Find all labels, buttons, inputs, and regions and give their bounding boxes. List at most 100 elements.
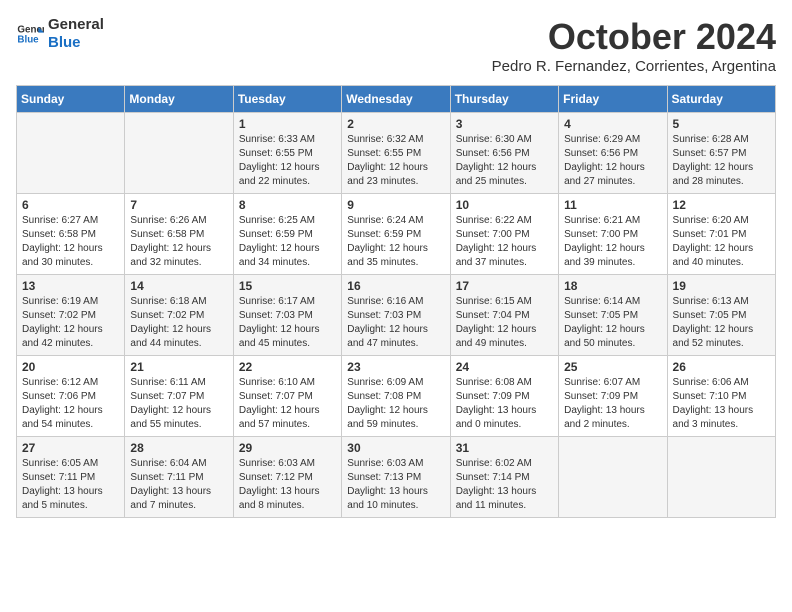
day-info: Sunrise: 6:32 AM Sunset: 6:55 PM Dayligh…: [347, 133, 444, 189]
day-info: Sunrise: 6:22 AM Sunset: 7:00 PM Dayligh…: [456, 214, 553, 270]
day-number: 26: [673, 360, 770, 374]
calendar-table: SundayMondayTuesdayWednesdayThursdayFrid…: [16, 85, 776, 518]
day-number: 5: [673, 117, 770, 131]
calendar-cell: 26 Sunrise: 6:06 AM Sunset: 7:10 PM Dayli…: [667, 356, 775, 437]
day-info: Sunrise: 6:29 AM Sunset: 6:56 PM Dayligh…: [564, 133, 661, 189]
calendar-cell: 14 Sunrise: 6:18 AM Sunset: 7:02 PM Dayli…: [125, 275, 233, 356]
calendar-cell: 7 Sunrise: 6:26 AM Sunset: 6:58 PM Daylig…: [125, 194, 233, 275]
day-info: Sunrise: 6:30 AM Sunset: 6:56 PM Dayligh…: [456, 133, 553, 189]
day-info: Sunrise: 6:02 AM Sunset: 7:14 PM Dayligh…: [456, 457, 553, 513]
calendar-cell: 18Sunrise: 6:14 AM Sunset: 7:05 PM Dayli…: [559, 275, 667, 356]
week-row-2: 6 Sunrise: 6:27 AM Sunset: 6:58 PM Daylig…: [17, 194, 776, 275]
calendar-cell: 22 Sunrise: 6:10 AM Sunset: 7:07 PM Dayli…: [233, 356, 341, 437]
calendar-cell: 21 Sunrise: 6:11 AM Sunset: 7:07 PM Dayli…: [125, 356, 233, 437]
day-number: 21: [130, 360, 227, 374]
day-info: Sunrise: 6:28 AM Sunset: 6:57 PM Dayligh…: [673, 133, 770, 189]
day-number: 29: [239, 441, 336, 455]
day-number: 7: [130, 198, 227, 212]
day-info: Sunrise: 6:15 AM Sunset: 7:04 PM Dayligh…: [456, 295, 553, 351]
day-info: Sunrise: 6:14 AM Sunset: 7:05 PM Dayligh…: [564, 295, 661, 351]
day-header-thursday: Thursday: [450, 86, 558, 113]
calendar-cell: 2 Sunrise: 6:32 AM Sunset: 6:55 PM Daylig…: [342, 113, 450, 194]
calendar-cell: 10Sunrise: 6:22 AM Sunset: 7:00 PM Dayli…: [450, 194, 558, 275]
calendar-cell: 13Sunrise: 6:19 AM Sunset: 7:02 PM Dayli…: [17, 275, 125, 356]
day-info: Sunrise: 6:08 AM Sunset: 7:09 PM Dayligh…: [456, 376, 553, 432]
day-header-wednesday: Wednesday: [342, 86, 450, 113]
day-info: Sunrise: 6:05 AM Sunset: 7:11 PM Dayligh…: [22, 457, 119, 513]
day-info: Sunrise: 6:19 AM Sunset: 7:02 PM Dayligh…: [22, 295, 119, 351]
calendar-cell: 4 Sunrise: 6:29 AM Sunset: 6:56 PM Daylig…: [559, 113, 667, 194]
day-info: Sunrise: 6:11 AM Sunset: 7:07 PM Dayligh…: [130, 376, 227, 432]
day-number: 25: [564, 360, 661, 374]
calendar-cell: 23 Sunrise: 6:09 AM Sunset: 7:08 PM Dayli…: [342, 356, 450, 437]
day-number: 20: [22, 360, 119, 374]
calendar-cell: [17, 113, 125, 194]
day-info: Sunrise: 6:09 AM Sunset: 7:08 PM Dayligh…: [347, 376, 444, 432]
calendar-cell: 17 Sunrise: 6:15 AM Sunset: 7:04 PM Dayli…: [450, 275, 558, 356]
day-number: 28: [130, 441, 227, 455]
day-info: Sunrise: 6:12 AM Sunset: 7:06 PM Dayligh…: [22, 376, 119, 432]
calendar-cell: 16 Sunrise: 6:16 AM Sunset: 7:03 PM Dayli…: [342, 275, 450, 356]
day-info: Sunrise: 6:03 AM Sunset: 7:13 PM Dayligh…: [347, 457, 444, 513]
day-info: Sunrise: 6:26 AM Sunset: 6:58 PM Dayligh…: [130, 214, 227, 270]
day-info: Sunrise: 6:10 AM Sunset: 7:07 PM Dayligh…: [239, 376, 336, 432]
calendar-cell: 9 Sunrise: 6:24 AM Sunset: 6:59 PM Daylig…: [342, 194, 450, 275]
calendar-cell: 3 Sunrise: 6:30 AM Sunset: 6:56 PM Daylig…: [450, 113, 558, 194]
day-header-monday: Monday: [125, 86, 233, 113]
day-header-sunday: Sunday: [17, 86, 125, 113]
day-number: 24: [456, 360, 553, 374]
day-header-friday: Friday: [559, 86, 667, 113]
week-row-5: 27 Sunrise: 6:05 AM Sunset: 7:11 PM Dayli…: [17, 437, 776, 518]
calendar-cell: 29Sunrise: 6:03 AM Sunset: 7:12 PM Dayli…: [233, 437, 341, 518]
day-info: Sunrise: 6:21 AM Sunset: 7:00 PM Dayligh…: [564, 214, 661, 270]
svg-text:Blue: Blue: [17, 34, 39, 45]
day-info: Sunrise: 6:24 AM Sunset: 6:59 PM Dayligh…: [347, 214, 444, 270]
day-info: Sunrise: 6:16 AM Sunset: 7:03 PM Dayligh…: [347, 295, 444, 351]
day-header-tuesday: Tuesday: [233, 86, 341, 113]
day-number: 2: [347, 117, 444, 131]
calendar-cell: 1Sunrise: 6:33 AM Sunset: 6:55 PM Daylig…: [233, 113, 341, 194]
day-number: 17: [456, 279, 553, 293]
logo-icon: General Blue: [16, 20, 44, 48]
calendar-cell: 6 Sunrise: 6:27 AM Sunset: 6:58 PM Daylig…: [17, 194, 125, 275]
calendar-cell: 28 Sunrise: 6:04 AM Sunset: 7:11 PM Dayli…: [125, 437, 233, 518]
calendar-cell: [559, 437, 667, 518]
title-section: October 2024 Pedro R. Fernandez, Corrien…: [492, 16, 776, 75]
day-number: 16: [347, 279, 444, 293]
day-number: 4: [564, 117, 661, 131]
day-info: Sunrise: 6:06 AM Sunset: 7:10 PM Dayligh…: [673, 376, 770, 432]
calendar-cell: 5 Sunrise: 6:28 AM Sunset: 6:57 PM Daylig…: [667, 113, 775, 194]
month-title: October 2024: [492, 16, 776, 58]
calendar-cell: 24 Sunrise: 6:08 AM Sunset: 7:09 PM Dayli…: [450, 356, 558, 437]
calendar-cell: [125, 113, 233, 194]
day-number: 6: [22, 198, 119, 212]
logo-blue: Blue: [48, 34, 104, 52]
calendar-cell: 31 Sunrise: 6:02 AM Sunset: 7:14 PM Dayli…: [450, 437, 558, 518]
calendar-cell: 19Sunrise: 6:13 AM Sunset: 7:05 PM Dayli…: [667, 275, 775, 356]
calendar-cell: 11 Sunrise: 6:21 AM Sunset: 7:00 PM Dayli…: [559, 194, 667, 275]
day-info: Sunrise: 6:07 AM Sunset: 7:09 PM Dayligh…: [564, 376, 661, 432]
day-info: Sunrise: 6:04 AM Sunset: 7:11 PM Dayligh…: [130, 457, 227, 513]
day-info: Sunrise: 6:33 AM Sunset: 6:55 PM Dayligh…: [239, 133, 336, 189]
day-number: 19: [673, 279, 770, 293]
day-number: 14: [130, 279, 227, 293]
day-number: 11: [564, 198, 661, 212]
day-number: 9: [347, 198, 444, 212]
calendar-cell: 30Sunrise: 6:03 AM Sunset: 7:13 PM Dayli…: [342, 437, 450, 518]
day-number: 3: [456, 117, 553, 131]
calendar-cell: 27 Sunrise: 6:05 AM Sunset: 7:11 PM Dayli…: [17, 437, 125, 518]
day-number: 22: [239, 360, 336, 374]
day-number: 31: [456, 441, 553, 455]
day-number: 15: [239, 279, 336, 293]
page-header: General Blue General Blue October 2024 P…: [16, 16, 776, 75]
day-info: Sunrise: 6:18 AM Sunset: 7:02 PM Dayligh…: [130, 295, 227, 351]
week-row-1: 1Sunrise: 6:33 AM Sunset: 6:55 PM Daylig…: [17, 113, 776, 194]
day-number: 23: [347, 360, 444, 374]
logo: General Blue General Blue: [16, 16, 104, 52]
calendar-cell: [667, 437, 775, 518]
location-subtitle: Pedro R. Fernandez, Corrientes, Argentin…: [492, 58, 776, 75]
day-info: Sunrise: 6:25 AM Sunset: 6:59 PM Dayligh…: [239, 214, 336, 270]
day-info: Sunrise: 6:27 AM Sunset: 6:58 PM Dayligh…: [22, 214, 119, 270]
day-number: 27: [22, 441, 119, 455]
logo-general: General: [48, 16, 104, 34]
